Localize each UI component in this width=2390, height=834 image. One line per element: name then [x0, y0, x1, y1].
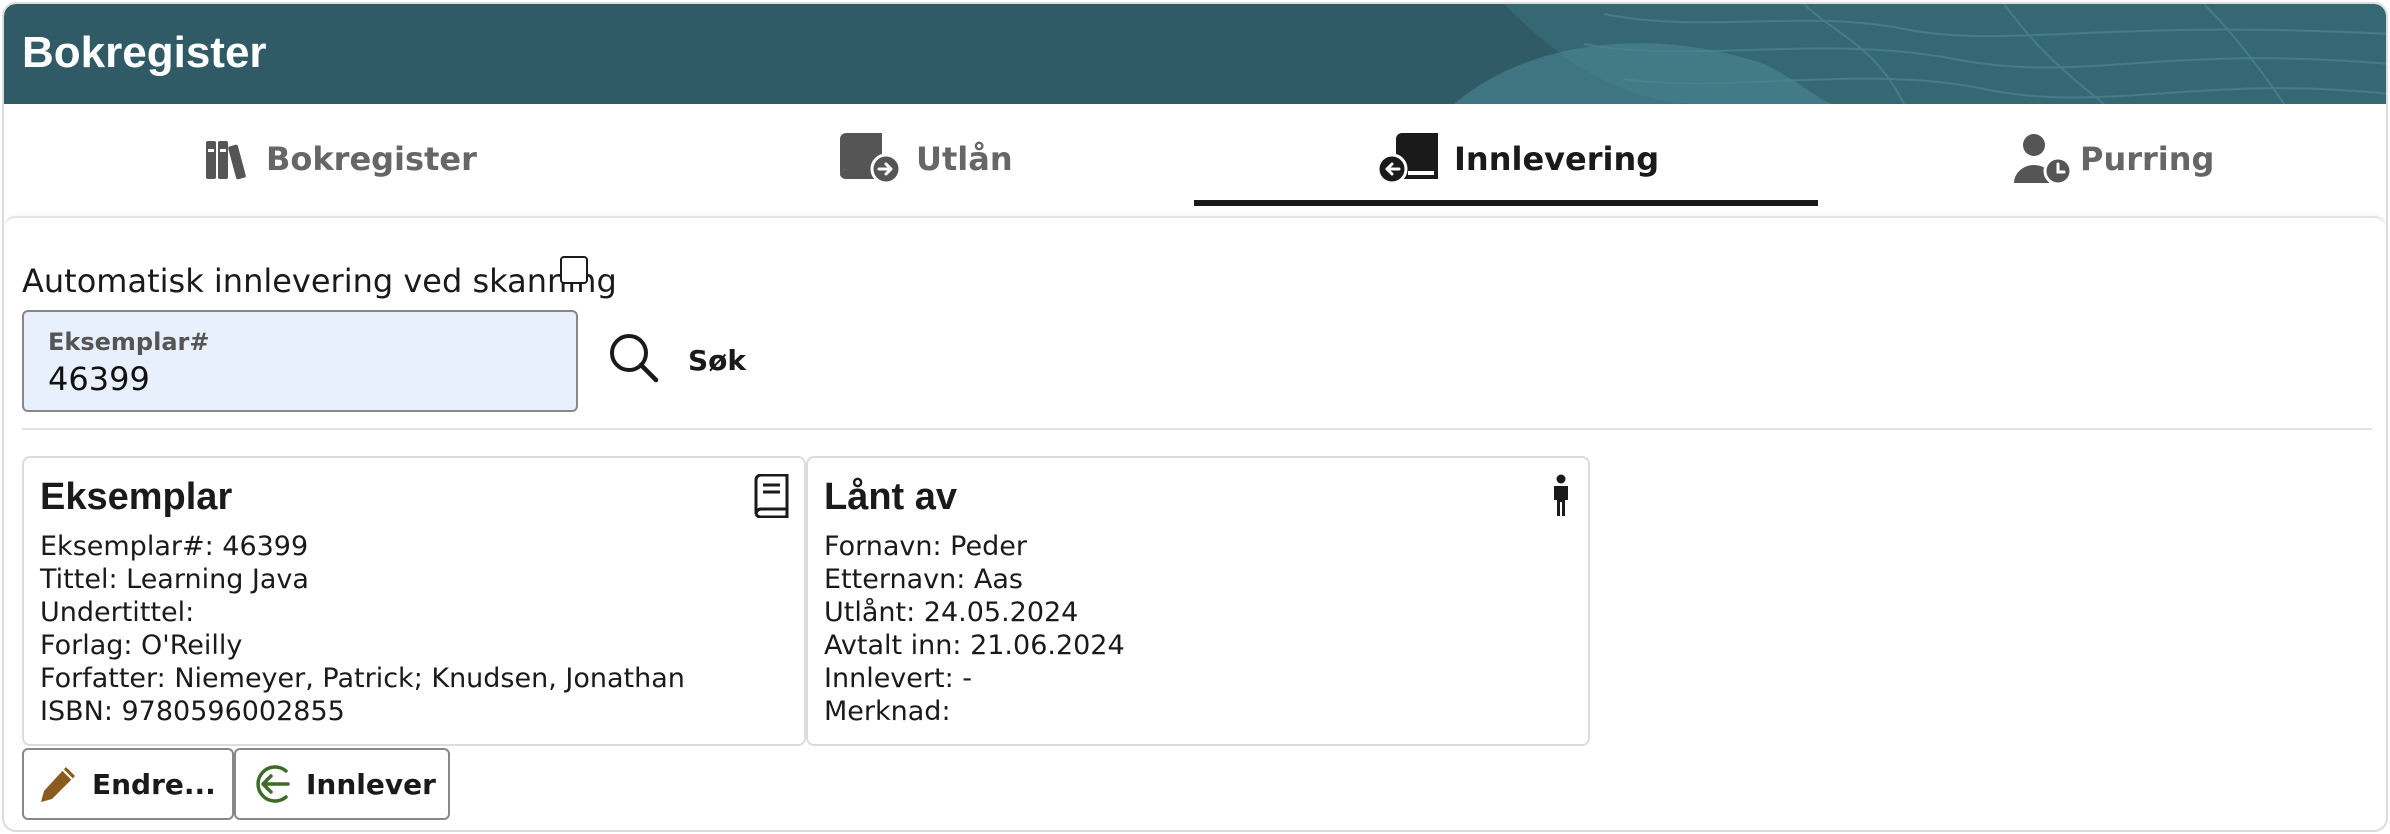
book-icon — [752, 473, 790, 522]
detail-line: Forfatter: Niemeyer, Patrick; Knudsen, J… — [40, 663, 685, 694]
books-icon — [204, 135, 252, 183]
user-clock-icon — [2012, 133, 2076, 185]
content-panel: Automatisk innlevering ved skanning Ekse… — [4, 216, 2386, 830]
button-label: Endre... — [92, 767, 216, 801]
divider — [22, 428, 2372, 430]
return-arrow-icon — [250, 763, 292, 805]
tab-innlevering[interactable]: Innlevering — [1376, 133, 1660, 185]
search-icon[interactable] — [608, 332, 660, 388]
return-button[interactable]: Innlever — [234, 748, 450, 820]
edit-button[interactable]: Endre... — [22, 748, 234, 820]
button-label: Innlever — [306, 767, 436, 801]
auto-return-label: Automatisk innlevering ved skanning — [22, 262, 617, 300]
person-icon — [1548, 474, 1574, 522]
detail-line: Innlevert: - — [824, 663, 972, 694]
detail-line: Etternavn: Aas — [824, 564, 1023, 595]
header-pattern — [1454, 4, 2386, 104]
tab-purring[interactable]: Purring — [2012, 133, 2215, 185]
app-window: Bokregister Bokregister Utlån Innleverin… — [2, 2, 2388, 832]
detail-line: Forlag: O'Reilly — [40, 630, 243, 661]
search-button[interactable]: Søk — [688, 344, 746, 377]
detail-line: Undertittel: — [40, 597, 195, 628]
tab-label: Purring — [2080, 140, 2215, 178]
tab-label: Utlån — [916, 140, 1013, 178]
detail-line: Merknad: — [824, 696, 951, 727]
tab-bokregister[interactable]: Bokregister — [204, 134, 477, 184]
tab-bar: Bokregister Utlån Innlevering Purring — [4, 104, 2386, 216]
tab-label: Bokregister — [266, 140, 477, 178]
field-value: 46399 — [48, 360, 150, 398]
app-title: Bokregister — [22, 28, 267, 77]
book-return-icon — [1376, 133, 1440, 185]
detail-line: Eksemplar#: 46399 — [40, 531, 309, 562]
copy-number-field[interactable]: Eksemplar# 46399 — [22, 310, 578, 412]
detail-line: Avtalt inn: 21.06.2024 — [824, 630, 1125, 661]
card-title: Lånt av — [824, 476, 958, 518]
tab-label: Innlevering — [1454, 140, 1660, 178]
detail-line: Fornavn: Peder — [824, 531, 1027, 562]
book-out-icon — [838, 133, 902, 185]
loan-card: Lånt av Fornavn: Peder Etternavn: Aas Ut… — [806, 456, 1590, 746]
field-label: Eksemplar# — [48, 328, 210, 356]
card-title: Eksemplar — [40, 476, 233, 518]
detail-line: ISBN: 9780596002855 — [40, 696, 345, 727]
pencil-icon — [38, 764, 78, 804]
detail-line: Tittel: Learning Java — [40, 564, 309, 595]
auto-return-checkbox[interactable] — [560, 256, 588, 284]
copy-card: Eksemplar Eksemplar#: 46399 Tittel: Lear… — [22, 456, 806, 746]
active-tab-indicator — [1194, 200, 1818, 206]
detail-line: Utlånt: 24.05.2024 — [824, 597, 1079, 628]
copy-details: Eksemplar#: 46399 Tittel: Learning Java … — [40, 530, 685, 728]
loan-details: Fornavn: Peder Etternavn: Aas Utlånt: 24… — [824, 530, 1125, 728]
tab-utlan[interactable]: Utlån — [838, 133, 1013, 185]
header-banner: Bokregister — [4, 4, 2386, 104]
